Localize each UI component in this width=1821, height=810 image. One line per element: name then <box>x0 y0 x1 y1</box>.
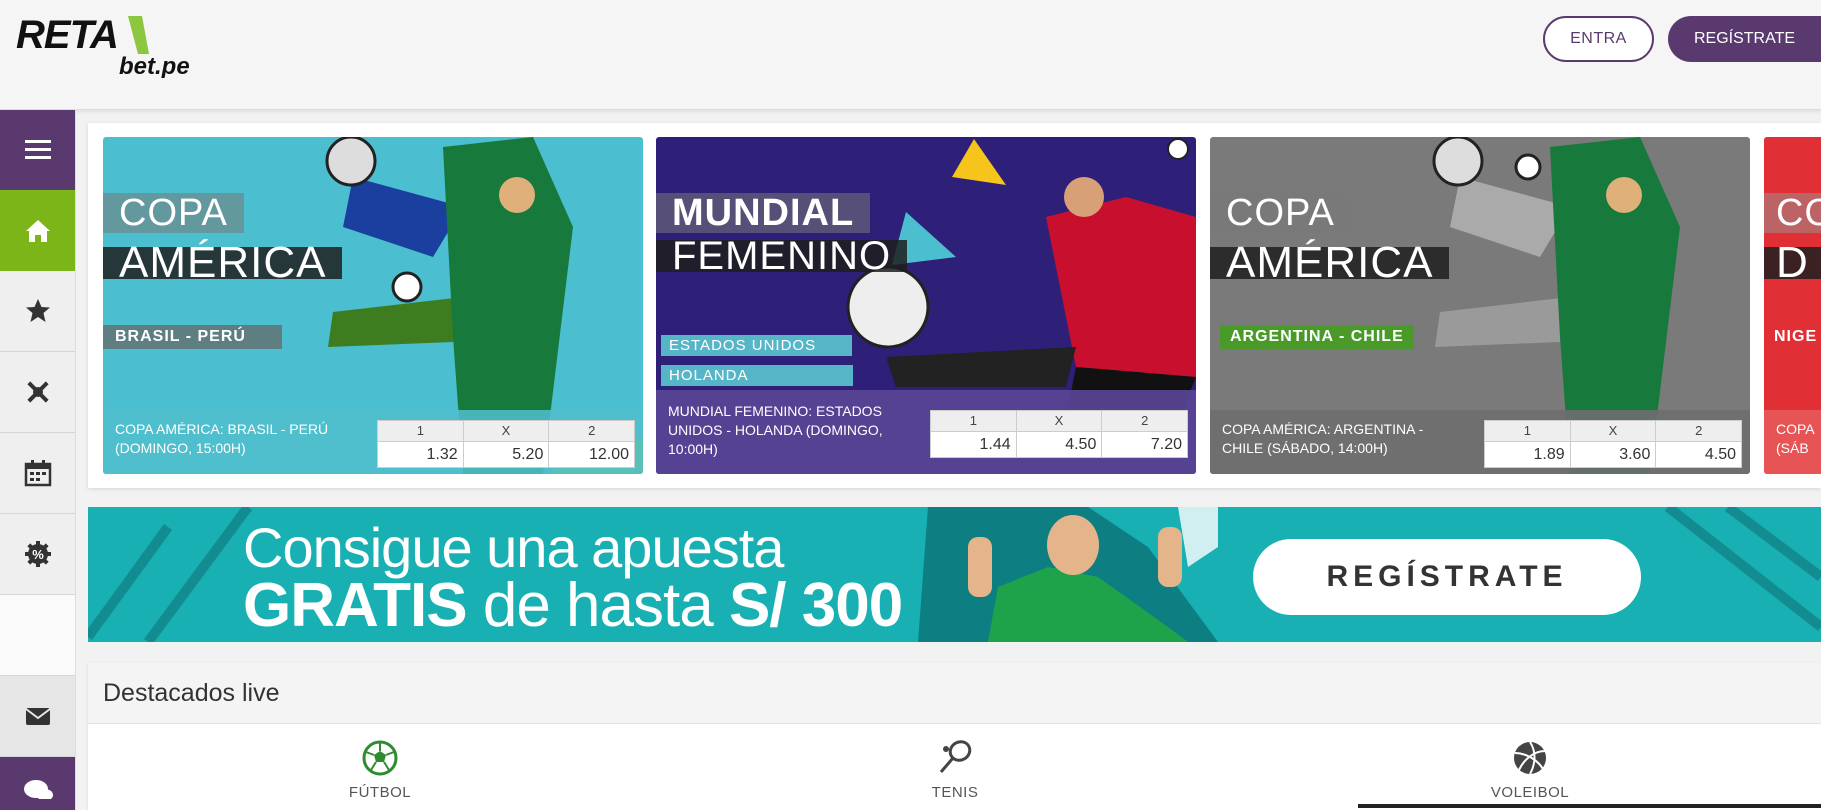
odds-header: 2 <box>1695 423 1703 438</box>
menu-icon <box>24 140 51 159</box>
svg-text:%: % <box>32 547 44 562</box>
card-team-tag: HOLANDA <box>661 365 853 386</box>
sport-tab-label: FÚTBOL <box>348 784 412 801</box>
card-match-tag: NIGE <box>1774 328 1818 345</box>
odds-table: 1X 2 1.44 4.50 7.20 <box>930 410 1188 458</box>
mail-icon <box>24 708 51 725</box>
sidebar-spacer <box>0 595 75 676</box>
odds-header: 1 <box>378 421 464 441</box>
sidebar-item-featured[interactable] <box>0 271 75 352</box>
odds-header: 1 <box>931 411 1017 431</box>
tennis-racket-icon <box>939 740 972 773</box>
active-tab-indicator <box>1358 804 1821 808</box>
odds-table: 1X 2 1.89 3.60 4.50 <box>1484 420 1742 468</box>
sidebar: % <box>0 110 76 810</box>
star-icon <box>25 299 50 322</box>
odds-table: 1X 2 1.32 5.20 12.00 <box>377 420 635 468</box>
odds-button-draw[interactable]: 3.60 <box>1571 442 1657 468</box>
promo-amount: S/ 300 <box>728 571 903 640</box>
card-info-text: COPA AMÉRICA: BRASIL - PERÚ (DOMINGO, 15… <box>115 421 329 456</box>
card-match-tag: ARGENTINA - CHILE <box>1220 325 1414 349</box>
sidebar-item-sports[interactable] <box>0 352 75 433</box>
sport-tab-tennis[interactable]: TENIS <box>895 739 1015 801</box>
carousel-card[interactable]: COPA AMÉRICA ARGENTINA - CHILE COPA AMÉR… <box>1210 137 1750 474</box>
odds-button-draw[interactable]: 4.50 <box>1017 432 1103 458</box>
home-icon <box>25 219 50 242</box>
odds-button-away[interactable]: 7.20 <box>1102 432 1187 458</box>
carousel-card[interactable]: MUNDIAL FEMENINO ESTADOS UNIDOS HOLANDA … <box>656 137 1196 474</box>
svg-text:bet.pe: bet.pe <box>119 53 190 78</box>
card-title-line2: D <box>1764 238 1821 287</box>
card-match-tag: BRASIL - PERÚ <box>103 325 282 349</box>
sidebar-menu-button[interactable] <box>0 110 75 190</box>
register-button[interactable]: REGÍSTRATE <box>1668 16 1821 62</box>
card-title-line1: COPA <box>1210 192 1351 234</box>
odds-header: X <box>464 421 550 441</box>
crossed-tools-icon <box>26 381 49 403</box>
odds-button-home[interactable]: 1.89 <box>1485 442 1571 468</box>
card-info-bar: MUNDIAL FEMENINO: ESTADOS UNIDOS - HOLAN… <box>656 390 1196 474</box>
carousel-card[interactable]: CO D NIGE COPA (SÁB <box>1764 137 1821 474</box>
card-info-bar: COPA AMÉRICA: BRASIL - PERÚ (DOMINGO, 15… <box>103 410 643 474</box>
promo-free-word: GRATIS <box>243 571 468 640</box>
svg-text:RETA: RETA <box>16 14 118 57</box>
section-title: Destacados live <box>103 679 280 707</box>
odds-button-draw[interactable]: 5.20 <box>464 442 550 468</box>
odds-button-away[interactable]: 12.00 <box>549 442 634 468</box>
chat-icon <box>23 779 53 799</box>
card-info-text: MUNDIAL FEMENINO: ESTADOS UNIDOS - HOLAN… <box>668 403 883 457</box>
card-info-text: COPA AMÉRICA: ARGENTINA - CHILE (SÁBADO,… <box>1222 421 1424 456</box>
sidebar-item-calendar[interactable] <box>0 433 75 514</box>
card-title-line1: MUNDIAL <box>656 192 871 234</box>
card-title-line2: AMÉRICA <box>103 238 343 287</box>
odds-button-home[interactable]: 1.44 <box>931 432 1017 458</box>
card-team-tag: ESTADOS UNIDOS <box>661 335 853 356</box>
sidebar-item-mail[interactable] <box>0 676 75 757</box>
sport-tab-volleyball[interactable]: VOLEIBOL <box>1470 739 1590 801</box>
card-title-line1: CO <box>1764 192 1821 234</box>
calendar-icon <box>24 460 51 487</box>
odds-header: X <box>1017 411 1103 431</box>
sport-tab-label: TENIS <box>931 784 979 801</box>
card-info-bar: COPA (SÁB <box>1764 410 1821 474</box>
live-highlights-section: Destacados live FÚTBOL TENIS VOLEIBOL <box>88 663 1821 810</box>
odds-header: 1 <box>1485 421 1571 441</box>
sidebar-item-home[interactable] <box>0 190 75 271</box>
sport-tab-label: VOLEIBOL <box>1490 784 1570 801</box>
card-title-line2: AMÉRICA <box>1210 238 1450 287</box>
promo-banner[interactable]: Consigue una apuesta GRATIS de hasta S/ … <box>88 507 1821 642</box>
featured-carousel: COPA AMÉRICA BRASIL - PERÚ COPA AMÉRICA:… <box>88 123 1821 488</box>
sport-tab-football[interactable]: FÚTBOL <box>320 739 440 801</box>
card-title-line1: COPA <box>103 192 244 234</box>
odds-header: 2 <box>1141 413 1149 428</box>
odds-header: 2 <box>588 423 596 438</box>
login-button[interactable]: ENTRA <box>1543 16 1654 62</box>
soccer-ball-icon <box>362 740 398 776</box>
volleyball-icon <box>1514 741 1546 775</box>
odds-button-home[interactable]: 1.32 <box>378 442 464 468</box>
odds-button-away[interactable]: 4.50 <box>1656 442 1741 468</box>
carousel-card[interactable]: COPA AMÉRICA BRASIL - PERÚ COPA AMÉRICA:… <box>103 137 643 474</box>
card-info-bar: COPA AMÉRICA: ARGENTINA - CHILE (SÁBADO,… <box>1210 410 1750 474</box>
section-header: Destacados live <box>88 663 1821 724</box>
promo-mid-text: de hasta <box>466 571 729 640</box>
card-title-line2: FEMENINO <box>656 234 908 278</box>
card-info-text: COPA (SÁB <box>1776 421 1814 456</box>
sidebar-item-promotions[interactable]: % <box>0 514 75 595</box>
odds-header: X <box>1571 421 1657 441</box>
sidebar-item-chat[interactable] <box>0 757 75 810</box>
gear-percent-icon: % <box>24 541 51 567</box>
promo-register-button[interactable]: REGÍSTRATE <box>1253 539 1641 615</box>
site-logo[interactable]: RETA bet.pe <box>16 13 196 80</box>
site-header: RETA bet.pe ENTRA REGÍSTRATE <box>0 0 1821 110</box>
promo-offer: GRATIS de hasta S/ 300 <box>243 570 903 641</box>
